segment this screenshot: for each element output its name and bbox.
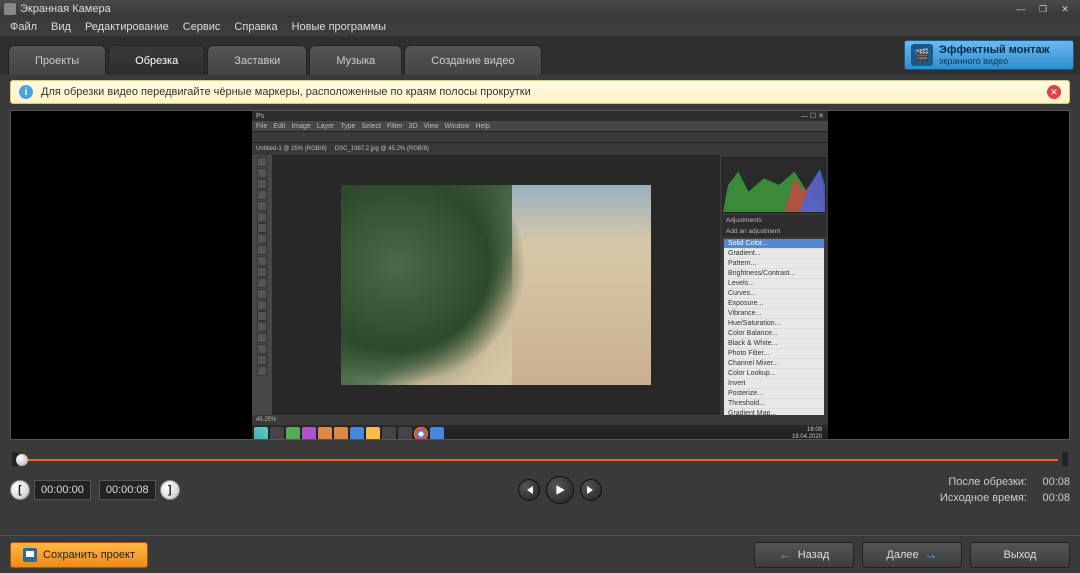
titlebar: Экранная Камера — ❐ ✕ <box>0 0 1080 18</box>
next-frame-button[interactable] <box>580 479 602 501</box>
end-time[interactable]: 00:00:08 <box>99 480 156 500</box>
tab-music[interactable]: Музыка <box>309 45 402 75</box>
tab-splash[interactable]: Заставки <box>207 45 307 75</box>
bottom-bar: Сохранить проект ← Назад Далее → Выход <box>0 535 1080 573</box>
ps-statusbar: 45.25% <box>252 415 828 425</box>
ps-image <box>341 185 651 385</box>
ps-menu: FileEditImage LayerTypeSelect Filter3DVi… <box>252 121 828 131</box>
close-button[interactable]: ✕ <box>1054 2 1076 16</box>
save-icon <box>23 548 37 562</box>
next-label: Далее <box>886 549 918 561</box>
ps-options-bar <box>252 131 828 143</box>
menu-new-programs[interactable]: Новые программы <box>286 20 392 34</box>
trim-marker-end[interactable] <box>1062 452 1068 466</box>
tab-create-video[interactable]: Создание видео <box>404 45 541 75</box>
set-start-button[interactable]: [ <box>10 480 30 500</box>
info-bar: i Для обрезки видео передвигайте чёрные … <box>10 80 1070 104</box>
menu-edit[interactable]: Редактирование <box>79 20 175 34</box>
save-project-label: Сохранить проект <box>43 549 135 561</box>
exit-label: Выход <box>1004 549 1037 561</box>
ps-logo: Ps <box>256 113 264 120</box>
timeline-track <box>22 459 1058 461</box>
menu-service[interactable]: Сервис <box>177 20 227 34</box>
tabstrip: Проекты Обрезка Заставки Музыка Создание… <box>0 36 1080 74</box>
menubar: Файл Вид Редактирование Сервис Справка Н… <box>0 18 1080 36</box>
back-label: Назад <box>798 549 830 561</box>
app-title: Экранная Камера <box>20 3 111 15</box>
histogram-panel <box>722 157 826 213</box>
set-end-button[interactable]: ] <box>160 480 180 500</box>
ps-titlebar: Ps — ☐ ✕ <box>252 111 828 121</box>
tab-trim[interactable]: Обрезка <box>108 45 205 75</box>
menu-help[interactable]: Справка <box>228 20 283 34</box>
info-close-button[interactable]: ✕ <box>1047 85 1061 99</box>
arrow-left-icon: ← <box>779 547 792 562</box>
save-project-button[interactable]: Сохранить проект <box>10 542 148 568</box>
menu-view[interactable]: Вид <box>45 20 77 34</box>
adjustments-panel: Adjustments Add an adjustment Solid Colo… <box>722 215 826 415</box>
timeline-area <box>10 446 1070 466</box>
ps-panels: Adjustments Add an adjustment Solid Colo… <box>720 155 828 415</box>
recorded-window: Ps — ☐ ✕ FileEditImage LayerTypeSelect F… <box>252 111 828 439</box>
minimize-button[interactable]: — <box>1010 2 1032 16</box>
ps-canvas-area <box>272 155 720 415</box>
tab-projects[interactable]: Проекты <box>8 45 106 75</box>
next-button[interactable]: Далее → <box>862 542 962 568</box>
windows-taskbar: 16:0919.04.2020 <box>252 425 828 440</box>
controls-row: [ 00:00:00 00:00:08 ] После обрезки: 00:… <box>10 474 1070 506</box>
play-button[interactable] <box>546 476 574 504</box>
back-button[interactable]: ← Назад <box>754 542 854 568</box>
app-icon <box>4 3 16 15</box>
arrow-right-icon: → <box>925 547 938 562</box>
info-icon: i <box>19 85 33 99</box>
ps-toolbar <box>252 155 272 415</box>
duration-info: После обрезки: 00:08 Исходное время: 00:… <box>940 474 1070 506</box>
video-preview: Ps — ☐ ✕ FileEditImage LayerTypeSelect F… <box>10 110 1070 440</box>
prev-frame-button[interactable] <box>518 479 540 501</box>
playhead[interactable] <box>16 454 28 466</box>
exit-button[interactable]: Выход <box>970 542 1070 568</box>
menu-file[interactable]: Файл <box>4 20 43 34</box>
ps-document-tabs: Untitled-1 @ 25% (RGB/8)DSC_1987.2.jpg @… <box>252 143 828 155</box>
promo-title: Эффектный монтаж <box>939 44 1049 56</box>
start-time[interactable]: 00:00:00 <box>34 480 91 500</box>
trim-timeline[interactable] <box>22 454 1058 466</box>
info-text: Для обрезки видео передвигайте чёрные ма… <box>41 86 531 98</box>
promo-subtitle: экранного видео <box>939 56 1049 66</box>
maximize-button[interactable]: ❐ <box>1032 2 1054 16</box>
film-icon: 🎬 <box>911 44 933 66</box>
promo-banner[interactable]: 🎬 Эффектный монтаж экранного видео <box>904 40 1074 70</box>
